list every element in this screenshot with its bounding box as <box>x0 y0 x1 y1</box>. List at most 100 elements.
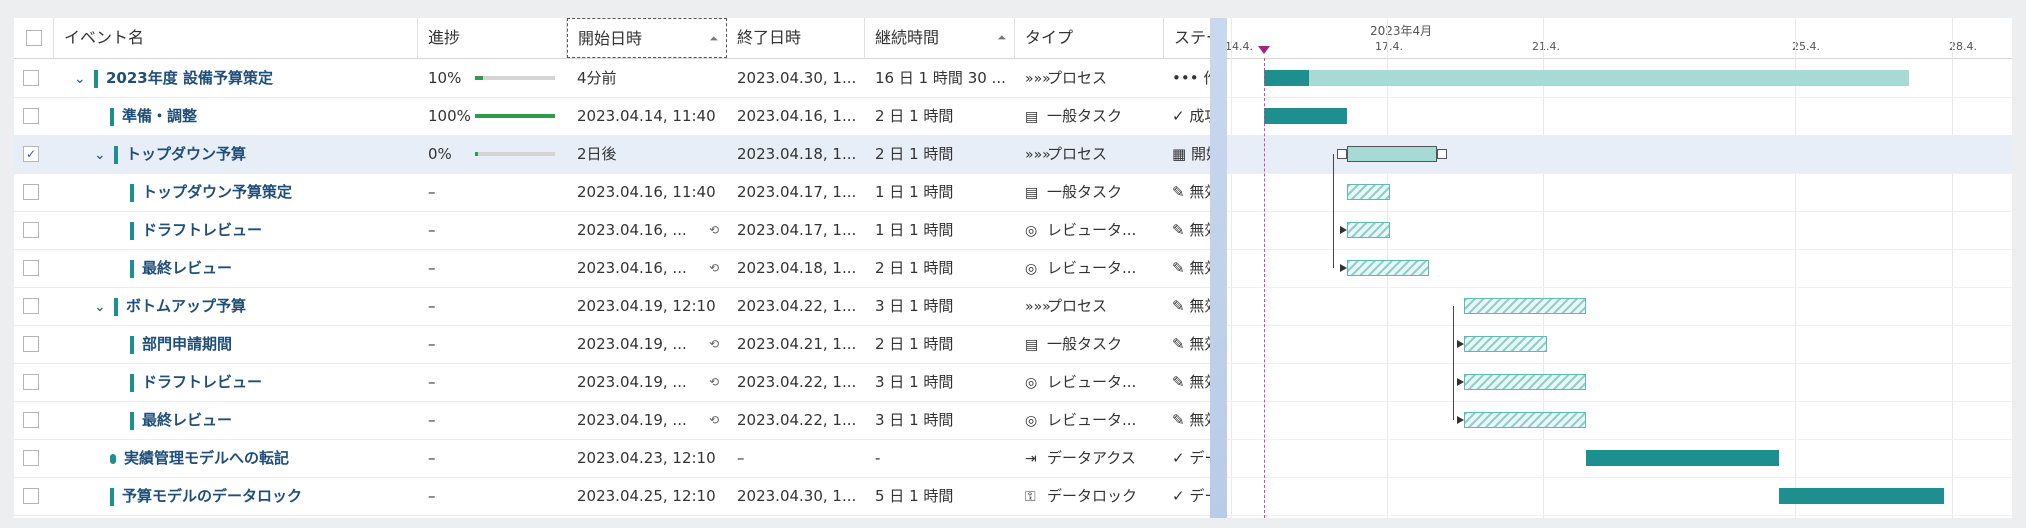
pane-splitter[interactable] <box>1210 18 1227 518</box>
event-name[interactable]: 実績管理モデルへの転記 <box>124 449 289 467</box>
sort-asc-icon[interactable]: ⏶ <box>709 19 718 57</box>
type-cell[interactable]: ▤ 一般タスク <box>1015 173 1164 211</box>
chevron-down-icon[interactable]: ⌄ <box>94 136 108 173</box>
end-date-cell[interactable]: 2023.04.22, 1... <box>727 363 865 401</box>
row-checkbox-cell[interactable] <box>14 325 54 363</box>
start-date-cell[interactable]: 2023.04.19, ... ⟲ <box>567 363 727 401</box>
duration-cell[interactable]: 1 日 1 時間 <box>865 211 1015 249</box>
event-name-cell[interactable]: 部門申請期間 <box>54 325 418 363</box>
duration-cell[interactable]: 5 日 1 時間 <box>865 477 1015 515</box>
status-cell[interactable]: ▦ 開始 <box>1164 135 1210 173</box>
table-row[interactable]: 準備・調整 100% 2023.04.14, 11:40 2023.04.16, 1.… <box>14 97 1210 136</box>
row-checkbox[interactable] <box>23 412 39 428</box>
event-name-cell[interactable]: 最終レビュー <box>54 249 418 287</box>
event-name[interactable]: 最終レビュー <box>142 259 232 277</box>
dependency-link-icon[interactable]: ⟲ <box>709 363 719 401</box>
duration-cell[interactable]: 3 日 1 時間 <box>865 287 1015 325</box>
gantt-bar[interactable] <box>1264 70 1909 86</box>
table-row[interactable]: 実績管理モデルへの転記 – 2023.04.23, 12:10 – - ⇥ データアクス ✓ … <box>14 439 1210 478</box>
type-cell[interactable]: »»»プロセス <box>1015 135 1164 173</box>
duration-cell[interactable]: 2 日 1 時間 <box>865 97 1015 135</box>
table-row[interactable]: ドラフトレビュー – 2023.04.16, ... ⟲ 2023.04.17, 1..… <box>14 211 1210 250</box>
gantt-bar[interactable] <box>1586 450 1779 466</box>
event-name[interactable]: トップダウン予算 <box>126 145 246 163</box>
event-name[interactable]: ドラフトレビュー <box>142 221 262 239</box>
row-checkbox[interactable] <box>23 70 39 86</box>
duration-cell[interactable]: 2 日 1 時間 <box>865 325 1015 363</box>
row-checkbox[interactable] <box>23 336 39 352</box>
status-cell[interactable]: ✎ 無効 <box>1164 401 1210 439</box>
start-date-cell[interactable]: 2023.04.23, 12:10 <box>567 439 727 477</box>
row-checkbox[interactable] <box>23 450 39 466</box>
column-header-status[interactable]: ステー <box>1164 18 1210 58</box>
status-cell[interactable]: ✎ 無効 <box>1164 363 1210 401</box>
table-row[interactable]: 最終レビュー – 2023.04.16, ... ⟲ 2023.04.18, 1... 2… <box>14 249 1210 288</box>
type-cell[interactable]: ⇥ データアクス <box>1015 439 1164 477</box>
resize-handle[interactable] <box>1436 149 1447 159</box>
type-cell[interactable]: ▤ 一般タスク <box>1015 97 1164 135</box>
row-checkbox-cell[interactable] <box>14 439 54 477</box>
row-checkbox[interactable] <box>23 374 39 390</box>
event-name-cell[interactable]: ⌄ ボトムアップ予算 <box>54 287 418 325</box>
event-name-cell[interactable]: 実績管理モデルへの転記 <box>54 439 418 477</box>
gantt-bar[interactable] <box>1264 108 1347 124</box>
dependency-link-icon[interactable]: ⟲ <box>709 211 719 249</box>
type-cell[interactable]: »»»プロセス <box>1015 59 1164 97</box>
chevron-down-icon[interactable]: ⌄ <box>74 60 88 97</box>
column-header-name[interactable]: イベント名 <box>54 18 418 58</box>
row-checkbox-cell[interactable] <box>14 363 54 401</box>
event-name[interactable]: トップダウン予算策定 <box>142 183 292 201</box>
type-cell[interactable]: ◎ レビュータ... <box>1015 363 1164 401</box>
type-cell[interactable]: ◎ レビュータ... <box>1015 401 1164 439</box>
event-name[interactable]: 最終レビュー <box>142 411 232 429</box>
row-checkbox-cell[interactable] <box>14 211 54 249</box>
event-name-cell[interactable]: ⌄ トップダウン予算 <box>54 135 418 173</box>
end-date-cell[interactable]: 2023.04.30, 1... <box>727 59 865 97</box>
status-cell[interactable]: ✎ 無効 <box>1164 287 1210 325</box>
chevron-down-icon[interactable]: ⌄ <box>94 288 108 325</box>
duration-cell[interactable]: 3 日 1 時間 <box>865 401 1015 439</box>
end-date-cell[interactable]: 2023.04.17, 1... <box>727 173 865 211</box>
duration-cell[interactable]: 2 日 1 時間 <box>865 135 1015 173</box>
status-cell[interactable]: ••• 作業 <box>1164 59 1210 97</box>
table-row[interactable]: トップダウン予算策定 – 2023.04.16, 11:40 2023.04.17, … <box>14 173 1210 212</box>
status-cell[interactable]: ✓ デー <box>1164 477 1210 515</box>
start-date-cell[interactable]: 2023.04.19, 12:10 <box>567 287 727 325</box>
row-checkbox-cell[interactable] <box>14 59 54 97</box>
end-date-cell[interactable]: 2023.04.30, 1... <box>727 477 865 515</box>
end-date-cell[interactable]: 2023.04.18, 1... <box>727 135 865 173</box>
gantt-bar[interactable] <box>1464 412 1587 428</box>
gantt-bar[interactable] <box>1346 222 1390 238</box>
start-date-cell[interactable]: 2023.04.16, ... ⟲ <box>567 249 727 287</box>
row-checkbox[interactable] <box>23 222 39 238</box>
duration-cell[interactable]: 1 日 1 時間 <box>865 173 1015 211</box>
row-checkbox[interactable] <box>23 260 39 276</box>
start-date-cell[interactable]: 2日後 <box>567 135 727 173</box>
dependency-link-icon[interactable]: ⟲ <box>709 325 719 363</box>
end-date-cell[interactable]: – <box>727 439 865 477</box>
header-select-all[interactable] <box>14 18 54 58</box>
end-date-cell[interactable]: 2023.04.18, 1... <box>727 249 865 287</box>
row-checkbox[interactable] <box>23 184 39 200</box>
column-header-duration[interactable]: 継続時間 ⏶ <box>865 18 1015 58</box>
row-checkbox[interactable] <box>23 108 39 124</box>
end-date-cell[interactable]: 2023.04.22, 1... <box>727 401 865 439</box>
dependency-link-icon[interactable]: ⟲ <box>709 401 719 439</box>
start-date-cell[interactable]: 2023.04.14, 11:40 <box>567 97 727 135</box>
row-checkbox[interactable] <box>23 298 39 314</box>
column-header-start[interactable]: 開始日時 ⏶ <box>567 18 727 58</box>
event-name[interactable]: ボトムアップ予算 <box>126 297 246 315</box>
status-cell[interactable]: ✎ 無効 <box>1164 211 1210 249</box>
type-cell[interactable]: ◎ レビュータ... <box>1015 211 1164 249</box>
table-row[interactable]: 予算モデルのデータロック – 2023.04.25, 12:10 2023.04.30… <box>14 477 1210 516</box>
status-cell[interactable]: ✎ 無効 <box>1164 325 1210 363</box>
start-date-cell[interactable]: 2023.04.16, ... ⟲ <box>567 211 727 249</box>
duration-cell[interactable]: - <box>865 439 1015 477</box>
row-checkbox-cell[interactable] <box>14 477 54 515</box>
end-date-cell[interactable]: 2023.04.17, 1... <box>727 211 865 249</box>
start-date-cell[interactable]: 2023.04.16, 11:40 <box>567 173 727 211</box>
type-cell[interactable]: ⚿ データロック <box>1015 477 1164 515</box>
column-header-end[interactable]: 終了日時 <box>727 18 865 58</box>
table-row[interactable]: ⌄ 2023年度 設備予算策定 10% 4分前 2023.04.30, 1... 16 日… <box>14 59 1210 98</box>
event-name[interactable]: 準備・調整 <box>122 107 197 125</box>
